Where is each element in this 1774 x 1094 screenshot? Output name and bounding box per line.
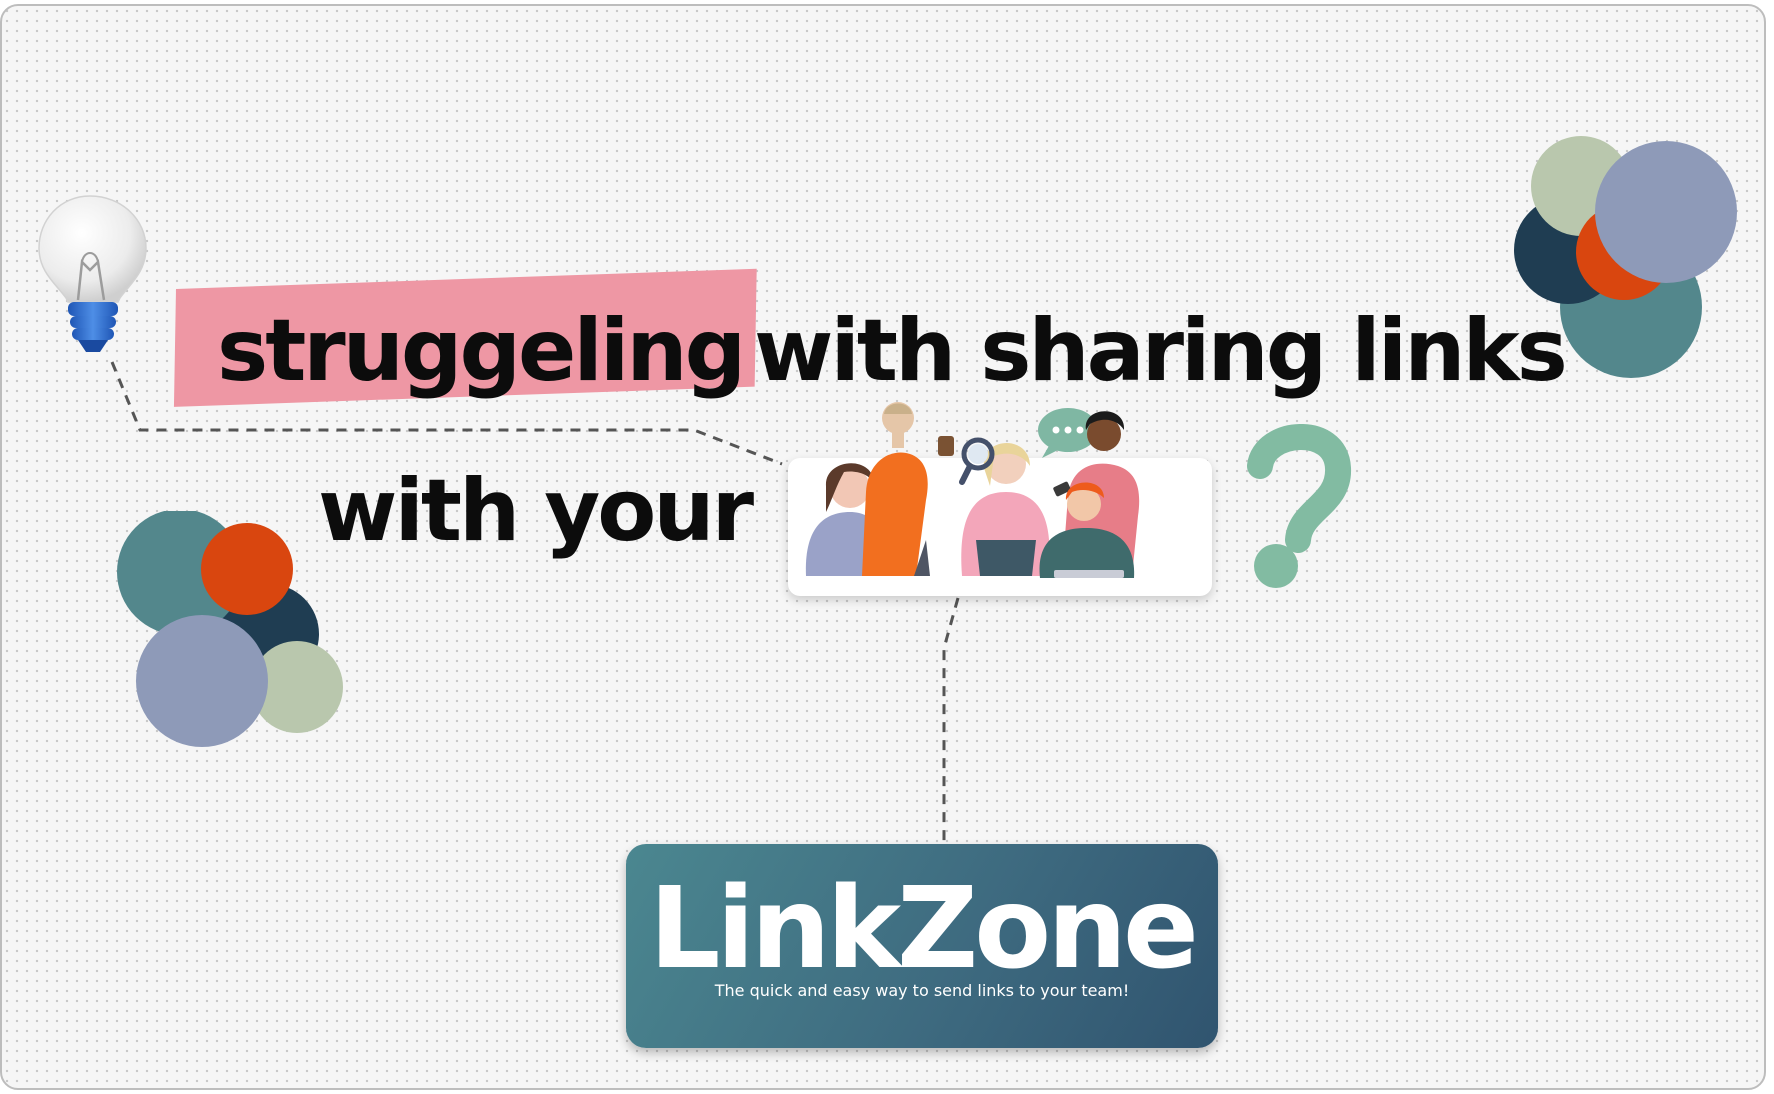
question-mark-icon <box>1247 424 1351 588</box>
logo-tagline: The quick and easy way to send links to … <box>714 981 1130 1000</box>
decorative-circles-top-right <box>1514 136 1737 378</box>
headline-line2: with your <box>318 461 754 561</box>
decorative-circles-left <box>117 511 343 747</box>
logo-title: LinkZone <box>649 864 1199 994</box>
linkzone-logo-card: LinkZone The quick and easy way to send … <box>626 844 1218 1048</box>
whiteboard-canvas: struggeling with sharing links with your <box>0 4 1766 1090</box>
lightbulb-icon <box>38 195 147 352</box>
headline-line1-rest: with sharing links <box>754 301 1568 401</box>
headline-highlighted-word: struggeling <box>217 301 746 401</box>
team-illustration <box>805 402 1140 578</box>
connector-illustration-to-logo <box>942 597 960 842</box>
